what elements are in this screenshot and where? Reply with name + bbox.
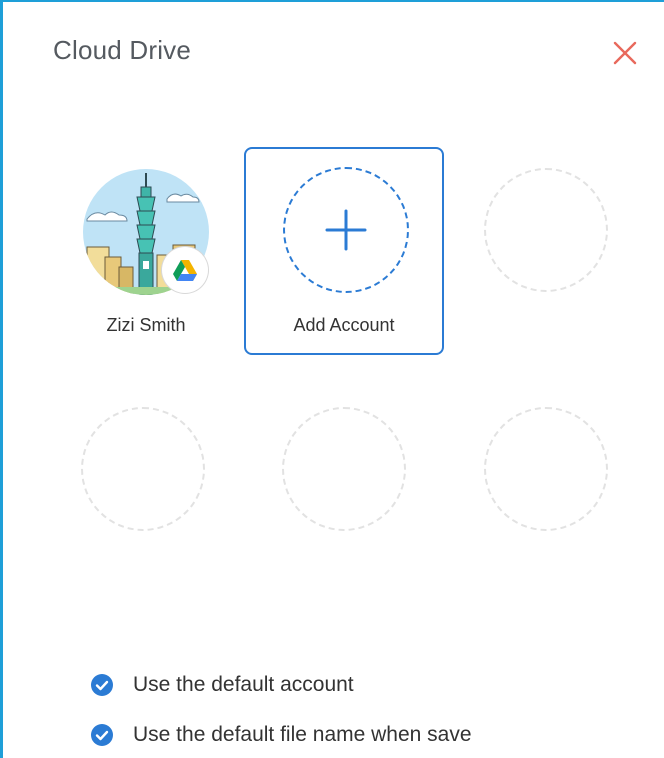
- plus-icon: [325, 209, 367, 251]
- default-account-option[interactable]: Use the default account: [91, 671, 354, 699]
- account-name: Zizi Smith: [106, 315, 186, 335]
- empty-account-slot: [81, 407, 205, 531]
- empty-account-slot: [484, 407, 608, 531]
- dialog-title: Cloud Drive: [53, 35, 192, 65]
- add-account-label: Add Account: [293, 315, 395, 335]
- empty-account-slot: [484, 168, 608, 292]
- google-drive-badge: [162, 247, 208, 293]
- add-account-circle: [283, 167, 409, 293]
- cloud-drive-dialog: Cloud Drive Zizi Smith Add Account Use t…: [0, 0, 664, 758]
- close-icon[interactable]: [611, 39, 639, 67]
- default-account-label: Use the default account: [133, 673, 354, 696]
- add-account-button[interactable]: Add Account: [244, 147, 444, 355]
- check-circle-icon[interactable]: [91, 724, 113, 746]
- check-circle-icon[interactable]: [91, 674, 113, 696]
- default-file-name-option[interactable]: Use the default file name when save: [91, 721, 472, 749]
- google-drive-icon: [173, 260, 197, 281]
- default-file-name-label: Use the default file name when save: [133, 723, 472, 746]
- empty-account-slot: [282, 407, 406, 531]
